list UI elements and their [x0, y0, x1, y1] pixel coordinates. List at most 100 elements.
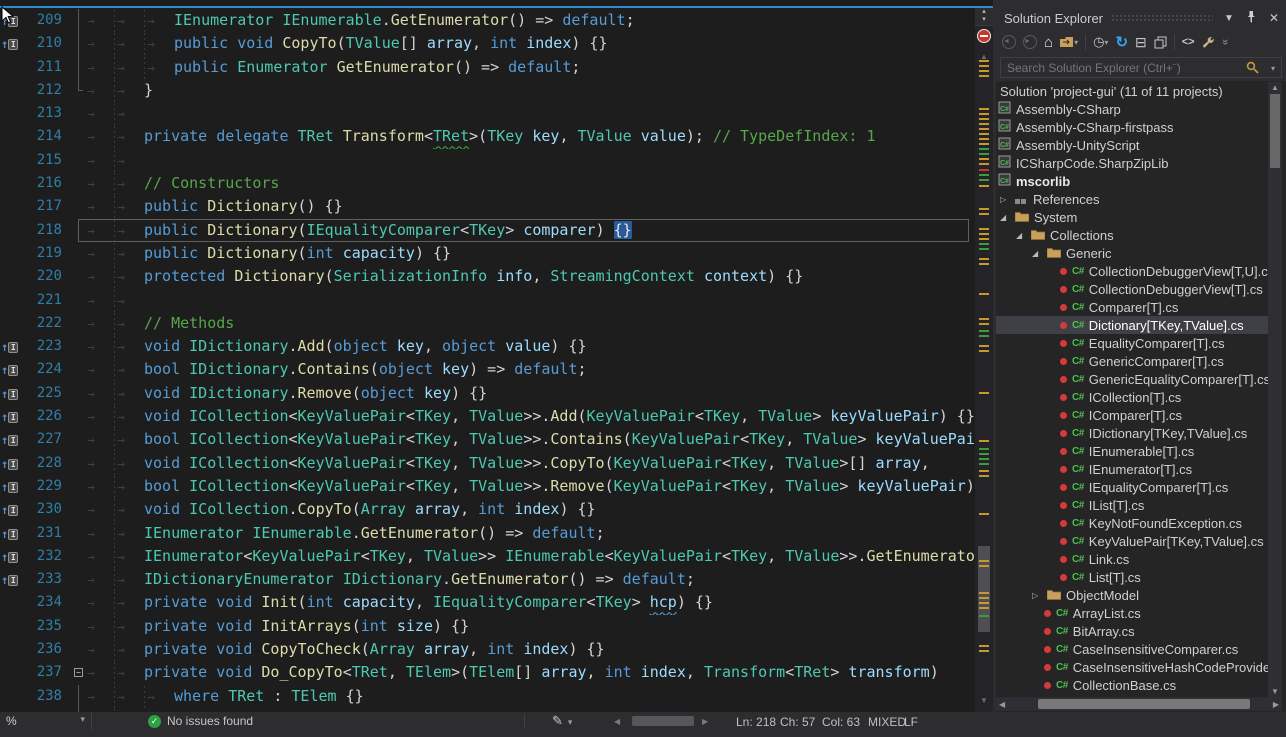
code-line-215[interactable]: 215→→	[0, 149, 975, 172]
code-line-225[interactable]: ↑I225→→void IDictionary.Remove(object ke…	[0, 382, 975, 405]
toolbar-overflow-icon[interactable]: »	[1219, 39, 1231, 45]
scroll-left-icon[interactable]: ◀	[614, 717, 620, 726]
code-line-231[interactable]: ↑I231→→IEnumerator IEnumerable.GetEnumer…	[0, 522, 975, 545]
tree-horizontal-scrollbar[interactable]: ◀ ▶	[996, 697, 1282, 711]
window-menu-icon[interactable]: ▼	[1221, 13, 1237, 24]
code-line-212[interactable]: 212→→}	[0, 79, 975, 102]
scroll-down-icon[interactable]: ▼	[1268, 687, 1282, 696]
tree-item-project[interactable]: C#Assembly-CSharp	[996, 100, 1268, 118]
tree-item-file[interactable]: C#IList[T].cs	[996, 496, 1268, 514]
drag-grip[interactable]	[1111, 14, 1213, 22]
refresh-icon[interactable]: ↻	[1115, 33, 1128, 51]
tree-item-file[interactable]: C#CollectionDebuggerView[T,U].cs	[996, 262, 1268, 280]
collapsed-icon[interactable]: ▷	[1032, 591, 1042, 600]
tree-item-folder[interactable]: ◢System	[996, 208, 1268, 226]
collapse-region-icon[interactable]: −	[74, 668, 83, 677]
code-line-221[interactable]: 221→→	[0, 289, 975, 312]
tree-item-project[interactable]: C#mscorlib	[996, 172, 1268, 190]
collapsed-icon[interactable]: ▷	[1000, 195, 1010, 204]
scroll-left-icon[interactable]: ◀	[999, 700, 1005, 709]
tree-item-file[interactable]: C#KeyNotFoundException.cs	[996, 514, 1268, 532]
code-line-232[interactable]: ↑I232→→IEnumerator<KeyValuePair<TKey, TV…	[0, 545, 975, 568]
editor-vertical-scrollbar[interactable]: ▴▾ ▲ ▼	[975, 8, 993, 712]
code-line-216[interactable]: 216→→// Constructors	[0, 172, 975, 195]
code-area[interactable]: ↑I209→→→IEnumerator IEnumerable.GetEnume…	[0, 9, 975, 712]
code-line-226[interactable]: ↑I226→→void ICollection<KeyValuePair<TKe…	[0, 405, 975, 428]
tree-item-file[interactable]: C#List[T].cs	[996, 568, 1268, 586]
tree-item-file[interactable]: C#CollectionDebuggerView[T].cs	[996, 280, 1268, 298]
code-line-218[interactable]: 218→→public Dictionary(IEqualityComparer…	[0, 219, 975, 242]
tree-item-folder[interactable]: ◢Generic	[996, 244, 1268, 262]
tree-item-file[interactable]: C#Dictionary[TKey,TValue].cs	[996, 316, 1268, 334]
code-line-222[interactable]: 222→→// Methods	[0, 312, 975, 335]
search-icon[interactable]	[1246, 61, 1259, 79]
tree-item-file[interactable]: C#Comparer[T].cs	[996, 298, 1268, 316]
tree-item-file[interactable]: C#IDictionary[TKey,TValue].cs	[996, 424, 1268, 442]
properties-wrench-icon[interactable]	[1202, 36, 1215, 49]
splitter-handle-icon[interactable]: ▴▾	[975, 8, 993, 26]
view-code-icon[interactable]: <>	[1182, 36, 1195, 48]
collapse-all-icon[interactable]: ⊟	[1135, 34, 1147, 51]
code-line-219[interactable]: 219→→public Dictionary(int capacity) {}	[0, 242, 975, 265]
scrollbar-thumb[interactable]	[1270, 94, 1280, 168]
tree-item-file[interactable]: C#IEnumerator[T].cs	[996, 460, 1268, 478]
scrollbar-thumb[interactable]	[1038, 699, 1250, 709]
show-all-files-icon[interactable]	[1154, 36, 1167, 49]
tree-item-file[interactable]: C#BitArray.cs	[996, 622, 1268, 640]
status-encoding[interactable]: MIXED	[868, 715, 906, 729]
code-line-220[interactable]: 220→→protected Dictionary(SerializationI…	[0, 265, 975, 288]
tree-item-solution[interactable]: Solution 'project-gui' (11 of 11 project…	[996, 82, 1268, 100]
tree-item-file[interactable]: C#ArrayList.cs	[996, 604, 1268, 622]
status-column[interactable]: Col: 63	[822, 715, 860, 729]
code-line-237[interactable]: 237−→→private void Do_CopyTo<TRet, TElem…	[0, 661, 975, 684]
code-editor[interactable]: ↑I209→→→IEnumerator IEnumerable.GetEnume…	[0, 0, 993, 712]
tree-item-file[interactable]: C#GenericEqualityComparer[T].cs	[996, 370, 1268, 388]
search-options-icon[interactable]: ▾	[1271, 64, 1275, 73]
tree-item-file[interactable]: C#IComparer[T].cs	[996, 406, 1268, 424]
code-line-230[interactable]: ↑I230→→void ICollection.CopyTo(Array arr…	[0, 498, 975, 521]
zoom-select[interactable]: % ▾	[0, 712, 92, 731]
tree-item-project[interactable]: C#ICSharpCode.SharpZipLib	[996, 154, 1268, 172]
status-line[interactable]: Ln: 218	[736, 715, 776, 729]
fold-margin[interactable]: −	[72, 661, 84, 684]
code-line-235[interactable]: 235→→private void InitArrays(int size) {…	[0, 615, 975, 638]
editor-horizontal-scrollbar[interactable]	[630, 715, 698, 727]
tree-item-file[interactable]: C#CaseInsensitiveHashCodeProvider.cs	[996, 658, 1268, 676]
code-line-224[interactable]: ↑I224→→bool IDictionary.Contains(object …	[0, 358, 975, 381]
scroll-up-icon[interactable]: ▲	[1268, 83, 1282, 92]
code-line-217[interactable]: 217→→public Dictionary() {}	[0, 195, 975, 218]
scroll-right-icon[interactable]: ▶	[1273, 700, 1279, 709]
code-line-213[interactable]: 213→→	[0, 102, 975, 125]
expanded-icon[interactable]: ◢	[1016, 231, 1026, 240]
tree-item-file[interactable]: C#KeyValuePair[TKey,TValue].cs	[996, 532, 1268, 550]
back-icon[interactable]: ◄	[1002, 35, 1016, 49]
tree-item-folder[interactable]: ◢Collections	[996, 226, 1268, 244]
tree-item-references[interactable]: ▷References	[996, 190, 1268, 208]
tree-item-file[interactable]: C#IEnumerable[T].cs	[996, 442, 1268, 460]
code-line-209[interactable]: ↑I209→→→IEnumerator IEnumerable.GetEnume…	[0, 9, 975, 32]
scroll-right-icon[interactable]: ▶	[702, 717, 708, 726]
tree-item-file[interactable]: C#IEqualityComparer[T].cs	[996, 478, 1268, 496]
tree-item-file[interactable]: C#Link.cs	[996, 550, 1268, 568]
status-char[interactable]: Ch: 57	[780, 715, 815, 729]
solution-explorer-titlebar[interactable]: Solution Explorer ▼ ✕	[996, 0, 1286, 30]
expanded-icon[interactable]: ◢	[1032, 249, 1042, 258]
tree-item-folder[interactable]: ▷ObjectModel	[996, 586, 1268, 604]
search-input[interactable]	[1001, 58, 1223, 77]
close-icon[interactable]: ✕	[1266, 11, 1282, 25]
scrollbar-thumb[interactable]	[632, 716, 694, 726]
code-line-228[interactable]: ↑I228→→void ICollection<KeyValuePair<TKe…	[0, 452, 975, 475]
code-line-211[interactable]: 211→→→public Enumerator GetEnumerator() …	[0, 56, 975, 79]
code-line-214[interactable]: 214→→private delegate TRet Transform<TRe…	[0, 125, 975, 148]
tree-item-project[interactable]: C#Assembly-CSharp-firstpass	[996, 118, 1268, 136]
expanded-icon[interactable]: ◢	[1000, 213, 1010, 222]
sync-with-active-document-icon[interactable]: ▾	[1060, 36, 1078, 48]
code-line-227[interactable]: ↑I227→→bool ICollection<KeyValuePair<TKe…	[0, 428, 975, 451]
document-health-indicator[interactable]: ✓ No issues found	[148, 714, 253, 728]
code-line-210[interactable]: ↑I210→→→public void CopyTo(TValue[] arra…	[0, 32, 975, 55]
pin-icon[interactable]	[1243, 11, 1260, 26]
tree-item-file[interactable]: C#EqualityComparer[T].cs	[996, 334, 1268, 352]
tree-item-file[interactable]: C#ICollection[T].cs	[996, 388, 1268, 406]
history-filter-icon[interactable]: ◷▾	[1093, 34, 1108, 50]
code-line-234[interactable]: 234→→private void Init(int capacity, IEq…	[0, 591, 975, 614]
